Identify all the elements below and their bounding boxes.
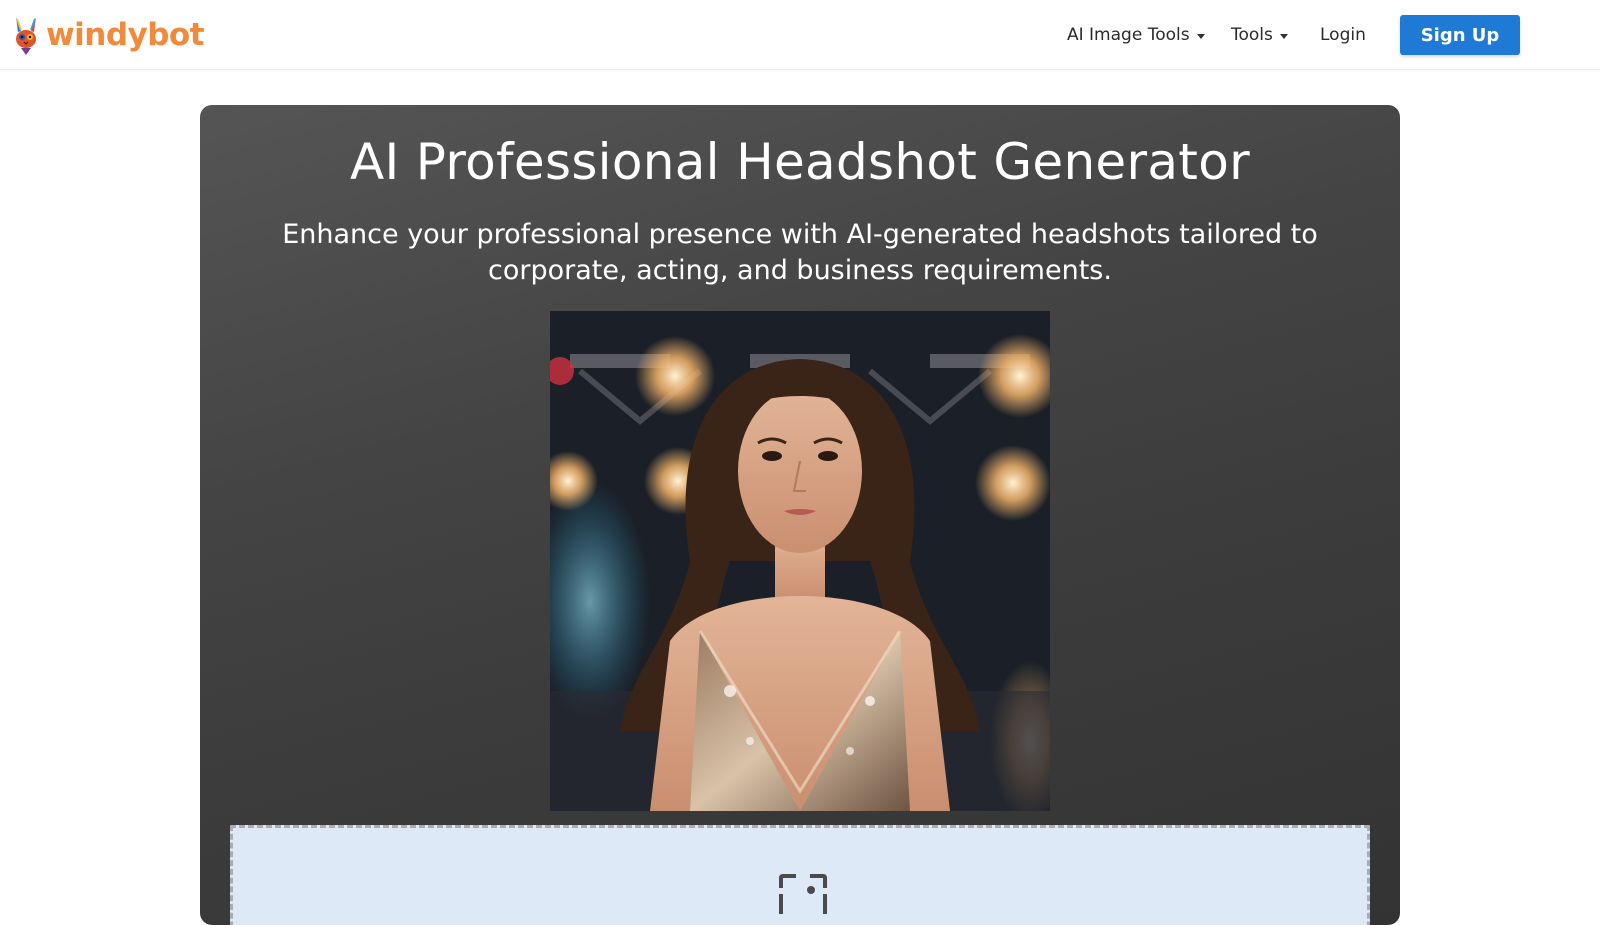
rabbit-logo-icon xyxy=(16,17,36,55)
nav-ai-image-tools-dropdown[interactable]: AI Image Tools xyxy=(1067,22,1205,48)
nav-ai-image-tools-label: AI Image Tools xyxy=(1067,25,1190,45)
nav-tools-dropdown[interactable]: Tools xyxy=(1231,22,1288,48)
brand-name: windybot xyxy=(46,17,205,53)
headshot-illustration xyxy=(550,311,1050,811)
nav-tools-label: Tools xyxy=(1231,25,1273,45)
brand-logo-link[interactable]: windybot xyxy=(12,15,205,55)
headshot-sample-image xyxy=(550,311,1050,811)
signup-button[interactable]: Sign Up xyxy=(1400,15,1520,55)
caret-down-icon xyxy=(1196,33,1205,39)
caret-down-icon xyxy=(1279,33,1288,39)
hero-panel: AI Professional Headshot Generator Enhan… xyxy=(200,105,1400,925)
page-subtitle: Enhance your professional presence with … xyxy=(282,219,1318,286)
top-navbar: windybot AI Image Tools Tools Login Sign… xyxy=(0,0,1600,70)
nav-login-link[interactable]: Login xyxy=(1320,22,1366,48)
image-upload-icon xyxy=(779,874,827,914)
page-title: AI Professional Headshot Generator xyxy=(350,133,1250,191)
upload-dropzone[interactable] xyxy=(230,825,1370,925)
